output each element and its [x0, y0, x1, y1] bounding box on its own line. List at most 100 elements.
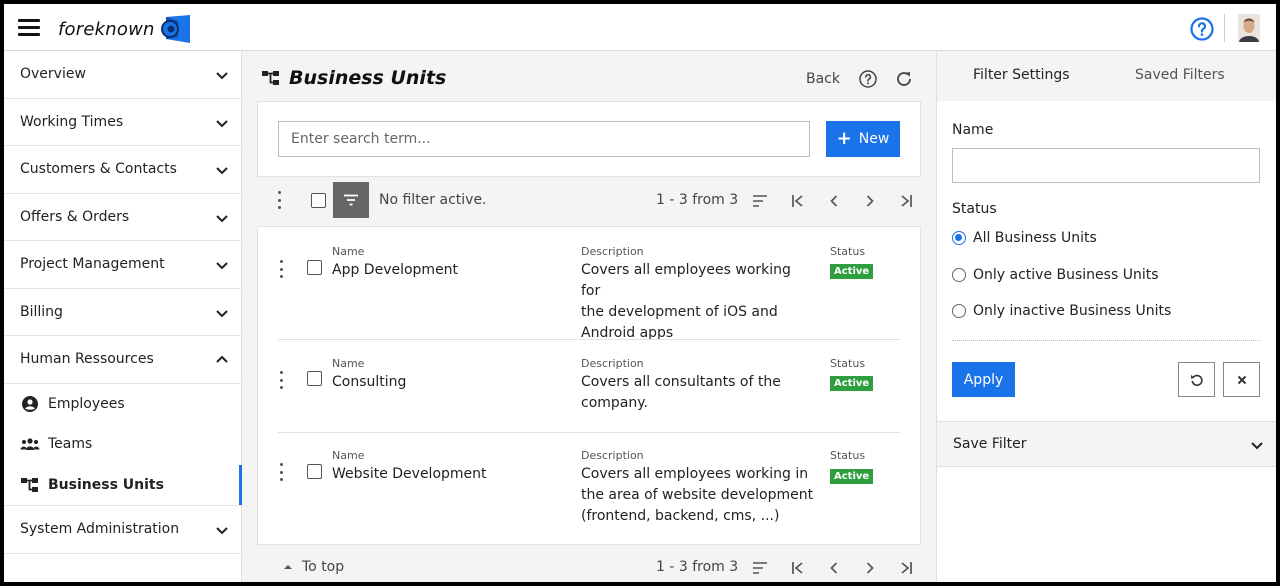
row-checkbox[interactable] — [307, 260, 322, 275]
page-header: Business Units Back — [242, 51, 936, 101]
new-button[interactable]: + New — [826, 121, 900, 157]
status-label: Status — [830, 245, 866, 258]
sidebar-item-business-units[interactable]: Business Units — [4, 464, 242, 506]
last-page-icon[interactable] — [898, 560, 914, 576]
help-icon[interactable] — [1190, 17, 1214, 41]
page-title: Business Units — [289, 67, 447, 89]
sidebar-item-label: Customers & Contacts — [20, 161, 177, 178]
sidebar-item-working-times[interactable]: Working Times — [4, 99, 241, 146]
status-badge: Active — [830, 469, 874, 484]
status-badge: Active — [830, 264, 874, 279]
chevron-down-icon — [216, 120, 228, 128]
sidebar-item-teams[interactable]: Teams — [4, 424, 241, 465]
sidebar-item-label: Working Times — [20, 113, 124, 130]
table-row[interactable]: Name Consulting Description Covers all c… — [278, 340, 900, 432]
unit-description: Covers all employees working for the dev… — [581, 260, 811, 344]
description-line: Covers all employees working for — [581, 262, 791, 299]
close-icon — [1237, 375, 1246, 384]
table-row[interactable]: Name App Development Description Covers … — [278, 227, 900, 341]
row-checkbox[interactable] — [307, 371, 322, 386]
sidebar-item-employees[interactable]: Employees — [4, 384, 241, 425]
select-all-checkbox[interactable] — [311, 193, 326, 208]
kebab-menu-icon[interactable] — [278, 463, 284, 481]
sidebar-item-label: Teams — [48, 436, 93, 453]
name-filter-input[interactable] — [952, 148, 1260, 183]
description-line: company. — [581, 395, 648, 411]
name-label: Name — [332, 245, 365, 258]
reset-filter-button[interactable] — [1178, 362, 1215, 397]
radio-label: Only active Business Units — [973, 267, 1159, 283]
prev-page-icon[interactable] — [826, 560, 842, 576]
sidebar-item-customers-contacts[interactable]: Customers & Contacts — [4, 146, 241, 194]
unit-name[interactable]: Website Development — [332, 464, 487, 485]
help-icon[interactable] — [858, 69, 878, 89]
description-label: Description — [581, 449, 644, 462]
search-input[interactable] — [278, 121, 810, 157]
unit-name[interactable]: Consulting — [332, 372, 406, 393]
refresh-icon[interactable] — [894, 69, 914, 89]
chevron-down-icon — [216, 167, 228, 175]
save-filter-section[interactable]: Save Filter — [937, 421, 1276, 467]
list-toolbar: No filter active. 1 - 3 from 3 — [257, 178, 921, 222]
next-page-icon[interactable] — [862, 193, 878, 209]
clear-filter-button[interactable] — [1223, 362, 1260, 397]
first-page-icon[interactable] — [790, 193, 806, 209]
kebab-menu-icon[interactable] — [278, 260, 284, 278]
menu-icon[interactable] — [18, 19, 40, 37]
last-page-icon[interactable] — [898, 193, 914, 209]
tab-filter-settings[interactable]: Filter Settings — [973, 67, 1070, 83]
radio-button[interactable] — [952, 304, 966, 318]
radio-label: Only inactive Business Units — [973, 303, 1172, 319]
row-checkbox[interactable] — [307, 464, 322, 479]
avatar[interactable] — [1238, 14, 1260, 42]
name-filter-label: Name — [952, 122, 994, 138]
kebab-menu-icon[interactable] — [276, 191, 282, 209]
table-row[interactable]: Name Website Development Description Cov… — [278, 433, 900, 545]
sidebar: Overview Working Times Customers & Conta… — [4, 51, 242, 582]
unit-description: Covers all consultants of the company. — [581, 372, 811, 414]
sidebar-item-billing[interactable]: Billing — [4, 289, 241, 336]
sort-icon[interactable] — [752, 560, 768, 576]
description-label: Description — [581, 245, 644, 258]
kebab-menu-icon[interactable] — [278, 371, 284, 389]
radio-label: All Business Units — [973, 230, 1097, 246]
sidebar-item-project-management[interactable]: Project Management — [4, 241, 241, 289]
logo-mark-icon — [160, 15, 190, 43]
sort-icon[interactable] — [752, 193, 768, 209]
apply-button[interactable]: Apply — [952, 362, 1015, 397]
description-line: Covers all consultants of the — [581, 374, 781, 390]
chevron-down-icon — [216, 527, 228, 535]
radio-only-inactive[interactable]: Only inactive Business Units — [952, 303, 1171, 319]
radio-all-business-units[interactable]: All Business Units — [952, 230, 1097, 246]
logo[interactable]: foreknown — [58, 14, 192, 44]
save-filter-label: Save Filter — [953, 436, 1027, 452]
unit-description: Covers all employees working in the area… — [581, 464, 821, 527]
description-line: the development of iOS and — [581, 304, 778, 320]
next-page-icon[interactable] — [862, 560, 878, 576]
caret-up-icon — [284, 565, 292, 569]
business-unit-list: Name App Development Description Covers … — [257, 226, 921, 545]
to-top-label: To top — [302, 559, 345, 575]
status-badge: Active — [830, 376, 874, 391]
prev-page-icon[interactable] — [826, 193, 842, 209]
sidebar-item-system-administration[interactable]: System Administration — [4, 506, 241, 554]
radio-button[interactable] — [952, 268, 966, 282]
sidebar-item-label: Human Ressources — [20, 351, 154, 368]
first-page-icon[interactable] — [790, 560, 806, 576]
unit-name[interactable]: App Development — [332, 260, 458, 281]
sidebar-item-human-ressources[interactable]: Human Ressources — [4, 336, 241, 384]
status-label: Status — [830, 449, 866, 462]
tab-saved-filters[interactable]: Saved Filters — [1135, 67, 1225, 83]
to-top-link[interactable]: To top — [283, 559, 344, 575]
sidebar-item-label: Employees — [48, 395, 125, 412]
sidebar-item-offers-orders[interactable]: Offers & Orders — [4, 194, 241, 241]
sidebar-item-label: Billing — [20, 303, 63, 320]
app-window: foreknown Overview Working Times Custome… — [4, 4, 1276, 582]
team-icon — [20, 438, 40, 451]
radio-only-active[interactable]: Only active Business Units — [952, 267, 1159, 283]
radio-button[interactable] — [952, 231, 966, 245]
back-link[interactable]: Back — [806, 71, 840, 87]
filter-divider — [952, 340, 1260, 341]
filter-toggle-button[interactable] — [333, 182, 369, 218]
sidebar-item-overview[interactable]: Overview — [4, 51, 241, 99]
